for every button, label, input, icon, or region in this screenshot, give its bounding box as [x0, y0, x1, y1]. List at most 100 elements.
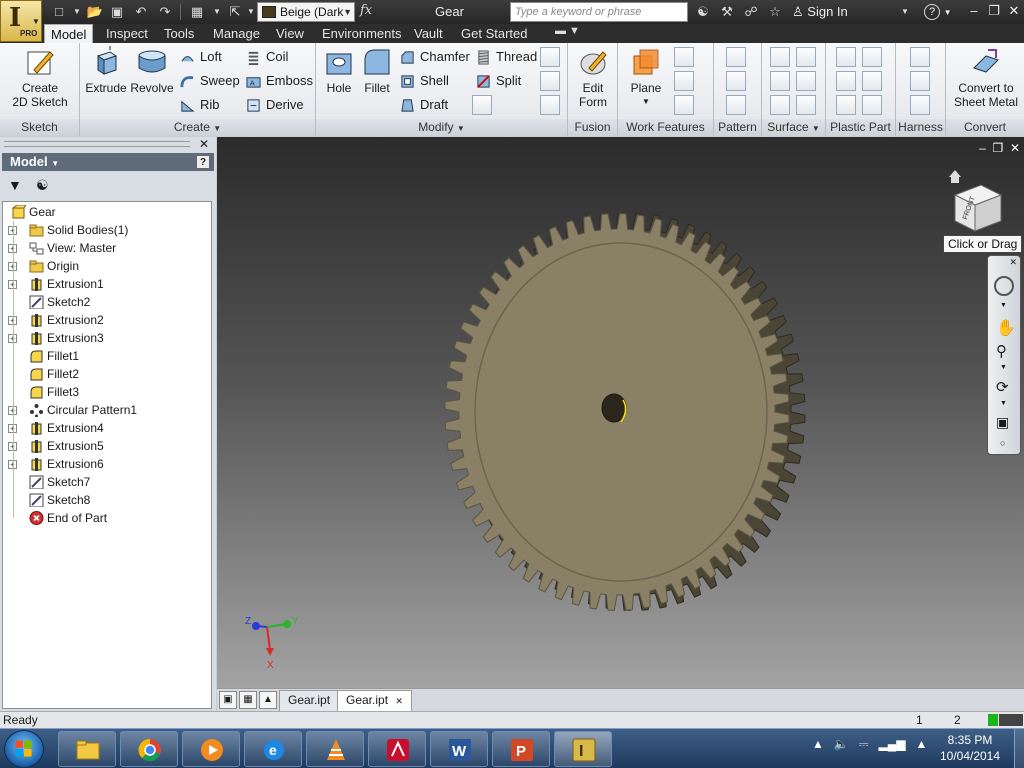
plane-button[interactable]: Plane ▼	[624, 46, 668, 109]
gear-model[interactable]	[217, 137, 1024, 688]
point-icon[interactable]	[674, 71, 694, 91]
boss-icon[interactable]	[862, 71, 882, 91]
panel-create-title[interactable]: Create ▼	[80, 119, 315, 136]
application-menu-button[interactable]: I PRO ▼	[0, 0, 42, 42]
delete-face-icon[interactable]	[796, 95, 816, 115]
trim-icon[interactable]	[770, 95, 790, 115]
tile-windows-icon[interactable]: ▣	[219, 691, 237, 709]
search-input[interactable]: Type a keyword or phrase	[510, 2, 688, 22]
fillet-button[interactable]: Fillet	[358, 46, 396, 95]
close-icon[interactable]: ✕	[1010, 141, 1020, 155]
mirror-icon[interactable]	[726, 95, 746, 115]
communication-icon[interactable]: ☍	[742, 3, 760, 21]
network-signal-icon[interactable]: ▂▄▆	[878, 737, 905, 751]
taskbar-vlc[interactable]	[306, 731, 364, 767]
snap-fit-icon[interactable]	[862, 47, 882, 67]
rectangular-pattern-icon[interactable]	[726, 47, 746, 67]
fx-icon[interactable]: fx	[360, 3, 372, 18]
stitch-icon[interactable]	[796, 47, 816, 67]
split-button[interactable]: Split	[476, 71, 521, 91]
sweep-button[interactable]: Sweep	[180, 71, 240, 91]
thicken-icon[interactable]	[770, 47, 790, 67]
tab-view[interactable]: View	[270, 24, 310, 43]
close-icon[interactable]: ✕	[395, 696, 403, 706]
revolve-button[interactable]: Revolve	[128, 46, 176, 95]
harness-point-icon[interactable]	[910, 47, 930, 67]
sign-in-dropdown-icon[interactable]: ▼	[896, 3, 914, 21]
shell-button[interactable]: Shell	[400, 71, 449, 91]
help-button[interactable]: ? ▼	[924, 3, 952, 20]
thread-button[interactable]: Thread	[476, 47, 537, 67]
close-icon[interactable]: ✕	[198, 138, 210, 150]
chevron-down-icon[interactable]: ▼	[1000, 364, 1007, 371]
extrude-button[interactable]: Extrude	[84, 46, 128, 95]
rest-icon[interactable]	[836, 95, 856, 115]
ribbon-options-icon[interactable]: ▬ ▼	[555, 25, 580, 37]
patch-icon[interactable]	[796, 71, 816, 91]
binoculars-icon[interactable]: ☯	[36, 177, 49, 194]
taskbar-explorer[interactable]	[58, 731, 116, 767]
taskbar-media-player[interactable]	[182, 731, 240, 767]
open-icon[interactable]: 📂	[86, 3, 104, 21]
taskbar-word[interactable]: W	[430, 731, 488, 767]
show-hidden-icons-icon[interactable]: ▲	[812, 737, 824, 751]
taskbar-clock[interactable]: 8:35 PM 10/04/2014	[930, 732, 1010, 764]
material-dropdown[interactable]: Beige (Dark ▼	[257, 2, 355, 22]
taskbar-inventor[interactable]: I	[554, 731, 612, 767]
redo-icon[interactable]: ↷	[156, 3, 174, 21]
subscription-icon[interactable]: ⚒	[718, 3, 736, 21]
tab-environments[interactable]: Environments	[316, 24, 407, 43]
taskbar-powerpoint[interactable]: P	[492, 731, 550, 767]
loft-button[interactable]: Loft	[180, 47, 222, 67]
panel-modify-title[interactable]: Modify ▼	[316, 119, 567, 136]
hole-button[interactable]: Hole	[320, 46, 358, 95]
project-icon[interactable]: ▦	[188, 3, 206, 21]
customize-icon[interactable]: ○	[1000, 438, 1005, 448]
favorites-star-icon[interactable]: ☆	[766, 3, 784, 21]
tab-tools[interactable]: Tools	[158, 24, 200, 43]
taskbar-acrobat[interactable]	[368, 731, 426, 767]
ucs-icon[interactable]	[674, 95, 694, 115]
tab-inspect[interactable]: Inspect	[100, 24, 154, 43]
tab-get-started[interactable]: Get Started	[455, 24, 533, 43]
create-2d-sketch-button[interactable]: Create 2D Sketch	[8, 46, 72, 109]
binoculars-icon[interactable]: ☯	[694, 3, 712, 21]
axis-icon[interactable]	[674, 47, 694, 67]
tab-manage[interactable]: Manage	[207, 24, 266, 43]
copy-object-icon[interactable]	[540, 71, 560, 91]
restore-icon[interactable]: ❐	[986, 3, 1002, 19]
pan-hand-icon[interactable]: ✋	[996, 318, 1016, 338]
viewcube[interactable]: FRONT	[947, 167, 1007, 237]
browser-grip[interactable]	[4, 141, 190, 147]
zoom-icon[interactable]: ⚲	[996, 342, 1007, 360]
new-file-icon[interactable]: □	[50, 3, 68, 21]
close-icon[interactable]: ✕	[1009, 257, 1017, 268]
minimize-icon[interactable]: –	[979, 141, 986, 155]
sign-in-button[interactable]: ♙ Sign In	[792, 4, 848, 20]
open-documents-icon[interactable]: ▲	[259, 691, 277, 709]
steering-wheel-icon[interactable]	[994, 276, 1014, 296]
taskbar-chrome[interactable]	[120, 731, 178, 767]
save-icon[interactable]: ▣	[108, 3, 126, 21]
graphics-viewport[interactable]: – ❐ ✕ FRONT Click or Drag ✕ ▼ ✋ ⚲ ▼ ⟳ ▼ …	[217, 137, 1024, 688]
cascade-windows-icon[interactable]: ▦	[239, 691, 257, 709]
move-bodies-icon[interactable]	[540, 95, 560, 115]
undo-icon[interactable]: ↶	[132, 3, 150, 21]
chevron-down-icon[interactable]: ▼	[1000, 400, 1007, 407]
minimize-icon[interactable]: –	[966, 3, 982, 18]
filter-icon[interactable]: ▼	[8, 177, 22, 193]
google-drive-icon[interactable]: ▲	[915, 737, 927, 751]
combine-icon[interactable]	[472, 95, 492, 115]
chevron-down-icon[interactable]: ▼	[1000, 302, 1007, 309]
volume-icon[interactable]: 🔈	[834, 737, 849, 751]
browser-header[interactable]: Model ▼ ?	[2, 153, 214, 171]
rib-button[interactable]: Rib	[180, 95, 220, 115]
circular-pattern-icon[interactable]	[726, 71, 746, 91]
grill-icon[interactable]	[836, 47, 856, 67]
emboss-button[interactable]: A Emboss	[246, 71, 313, 91]
taskbar-internet-explorer[interactable]: e	[244, 731, 302, 767]
rule-fillet-icon[interactable]	[836, 71, 856, 91]
home-icon[interactable]	[949, 170, 961, 183]
document-tab[interactable]: Gear.ipt	[279, 690, 340, 711]
sculpt-icon[interactable]	[770, 71, 790, 91]
